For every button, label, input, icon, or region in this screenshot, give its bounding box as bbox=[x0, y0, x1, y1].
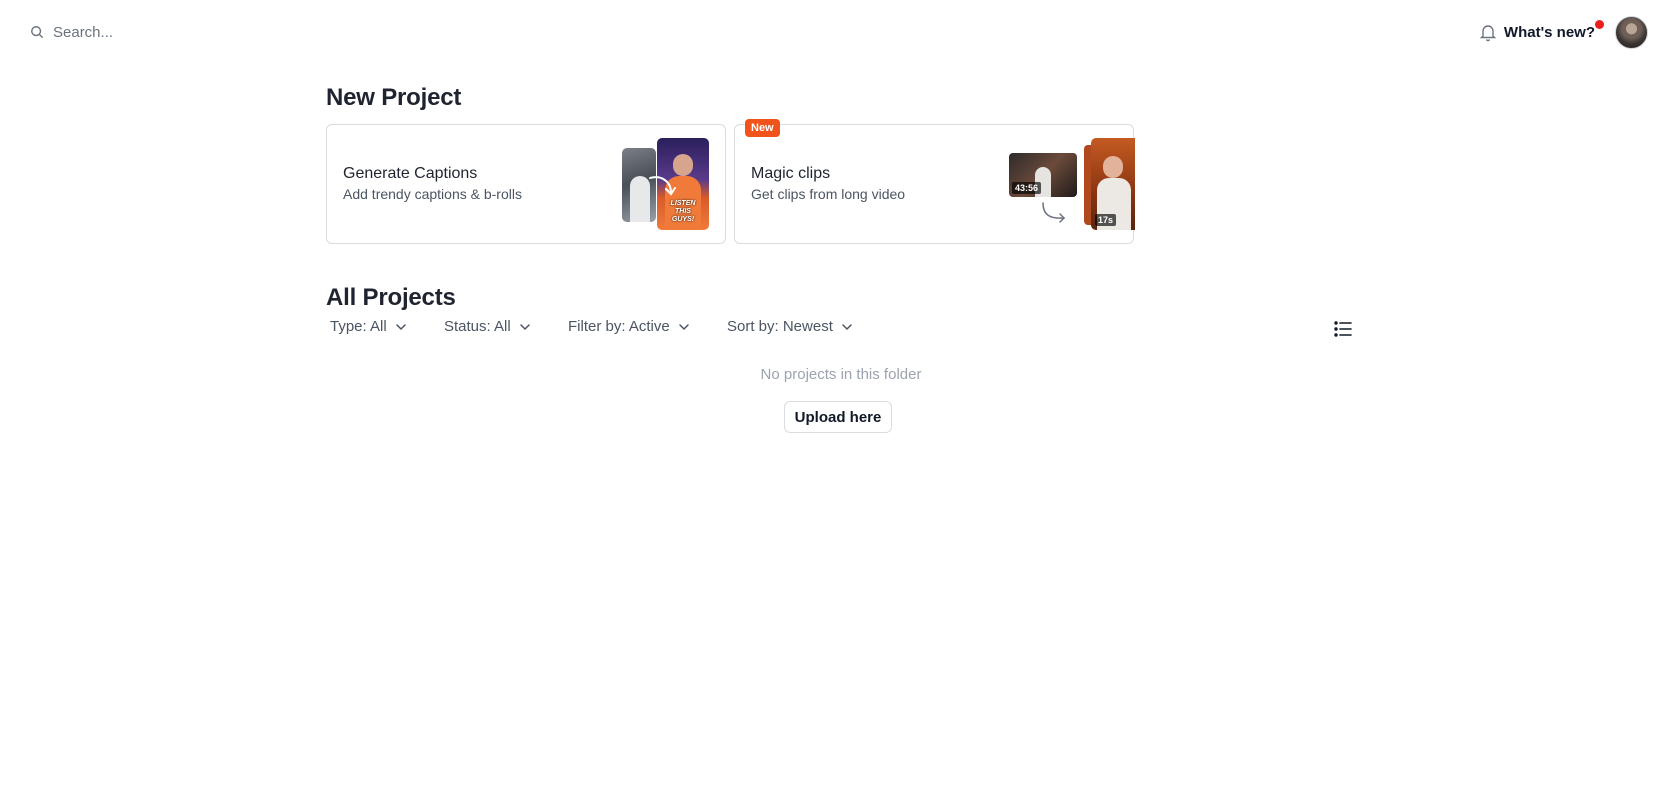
list-view-icon[interactable] bbox=[1332, 318, 1354, 340]
avatar[interactable] bbox=[1615, 15, 1648, 49]
search-input[interactable] bbox=[53, 23, 313, 41]
sort-label: Sort by: Newest bbox=[727, 318, 833, 335]
new-project-cards: Generate Captions Add trendy captions & … bbox=[326, 119, 1136, 244]
generate-captions-card[interactable]: Generate Captions Add trendy captions & … bbox=[326, 124, 726, 244]
search-bar[interactable] bbox=[30, 20, 330, 44]
active-filter-label: Filter by: Active bbox=[568, 318, 670, 335]
chevron-down-icon bbox=[395, 323, 406, 330]
thumbnail-caption-text: LISTEN THIS GUYS! bbox=[670, 200, 696, 223]
card-subtitle: Add trendy captions & b-rolls bbox=[343, 186, 522, 202]
whats-new-label: What's new? bbox=[1503, 23, 1595, 41]
long-video-thumbnail: 43:56 bbox=[1009, 153, 1077, 197]
video-duration: 43:56 bbox=[1012, 182, 1042, 194]
upload-button[interactable]: Upload here bbox=[784, 401, 892, 433]
card-title: Magic clips bbox=[751, 165, 831, 182]
card-title: Generate Captions bbox=[343, 165, 478, 182]
bell-icon bbox=[1479, 25, 1497, 42]
search-icon bbox=[31, 26, 44, 39]
chevron-down-icon bbox=[842, 323, 852, 330]
header-actions: What's new? bbox=[1478, 14, 1648, 50]
notification-dot bbox=[1595, 20, 1604, 29]
type-filter-dropdown[interactable]: Type: All bbox=[330, 318, 407, 335]
status-filter-label: Status: All bbox=[444, 318, 511, 335]
curved-arrow-icon bbox=[1042, 202, 1066, 223]
empty-state-message: No projects in this folder bbox=[760, 366, 922, 383]
card-subtitle: Get clips from long video bbox=[751, 186, 906, 202]
chevron-down-icon bbox=[519, 323, 530, 330]
top-bar: What's new? bbox=[0, 0, 1674, 64]
sort-dropdown[interactable]: Sort by: Newest bbox=[727, 318, 853, 335]
magic-clips-card[interactable]: New Magic clips Get clips from long vide… bbox=[734, 119, 1135, 244]
active-filter-dropdown[interactable]: Filter by: Active bbox=[568, 318, 690, 335]
new-project-heading: New Project bbox=[326, 84, 462, 111]
all-projects-heading: All Projects bbox=[326, 284, 456, 311]
type-filter-label: Type: All bbox=[330, 318, 387, 335]
status-filter-dropdown[interactable]: Status: All bbox=[444, 318, 531, 335]
whats-new-button[interactable]: What's new? bbox=[1478, 20, 1615, 42]
curved-arrow-icon bbox=[649, 176, 676, 196]
main-content: New Project Generate Captions Add trendy… bbox=[326, 80, 1356, 433]
new-badge: New bbox=[745, 119, 780, 137]
chevron-down-icon bbox=[678, 323, 689, 330]
short-clip-thumbnail: 17s bbox=[1091, 138, 1135, 230]
clip-duration: 17s bbox=[1095, 214, 1117, 226]
filter-bar: Type: All Status: All Filter by: Active … bbox=[326, 318, 1356, 340]
